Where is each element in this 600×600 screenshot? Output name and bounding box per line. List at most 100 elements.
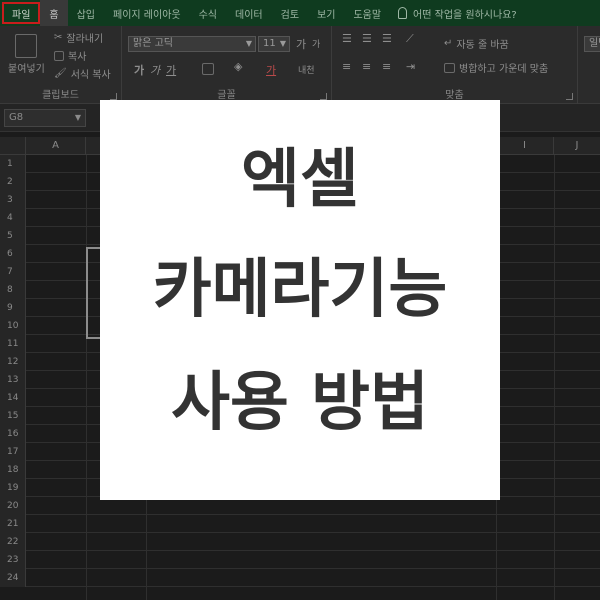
row-number[interactable]: 19 (0, 479, 26, 497)
cut-button[interactable]: ✂ 잘라내기 (54, 30, 103, 45)
table-row[interactable]: 24 (0, 569, 600, 587)
tab-review[interactable]: 검토 (272, 0, 308, 26)
tab-formulas[interactable]: 수식 (190, 0, 226, 26)
align-center-icon[interactable]: ≡ (362, 60, 371, 73)
underline-button[interactable]: 가 (166, 62, 176, 78)
indent-icon[interactable]: ⇥ (406, 60, 415, 73)
row-number[interactable]: 6 (0, 245, 26, 263)
title-line-3: 사용 방법 (171, 366, 429, 440)
font-group-label: 글꼴 (217, 90, 236, 101)
row-number[interactable]: 20 (0, 497, 26, 515)
row-number[interactable]: 1 (0, 155, 26, 173)
row-number[interactable]: 8 (0, 281, 26, 299)
row-number[interactable]: 4 (0, 209, 26, 227)
font-color-button[interactable]: 가 (266, 62, 276, 78)
number-group: 일반 (578, 26, 600, 104)
alignment-group-label: 맞춤 (445, 90, 464, 101)
copy-label: 복사 (68, 52, 87, 63)
table-row[interactable]: 23 (0, 551, 600, 569)
name-box-value: G8 (9, 112, 24, 123)
clipboard-group: 붙여넣기 ✂ 잘라내기 복사 🖌 서식 복사 클립보드 (0, 26, 122, 104)
row-number[interactable]: 10 (0, 317, 26, 335)
row-number[interactable]: 13 (0, 371, 26, 389)
format-painter-label: 서식 복사 (70, 70, 111, 81)
title-card: 엑셀 카메라기능 사용 방법 (100, 100, 500, 500)
title-line-1: 엑셀 (241, 143, 359, 217)
phonetic-button[interactable]: 내천 (298, 63, 315, 76)
table-row[interactable]: 22 (0, 533, 600, 551)
row-number[interactable]: 21 (0, 515, 26, 533)
row-number[interactable]: 9 (0, 299, 26, 317)
row-number[interactable]: 24 (0, 569, 26, 587)
font-name-value: 맑은 고딕 (133, 38, 173, 49)
tell-me-text: 어떤 작업을 원하시나요? (413, 9, 517, 21)
alignment-group: ☰ ☰ ☰ ⟋ ≡ ≡ ≡ ⇥ ↵ 자동 줄 바꿈 병합하고 가운데 맞춤 맞춤 (332, 26, 578, 104)
row-number[interactable]: 5 (0, 227, 26, 245)
wrap-text-button[interactable]: ↵ 자동 줄 바꿈 (444, 36, 509, 51)
clipboard-launcher-icon[interactable] (110, 93, 117, 100)
title-line-2: 카메라기능 (152, 253, 448, 327)
alignment-launcher-icon[interactable] (566, 93, 573, 100)
italic-button[interactable]: 가 (150, 62, 160, 78)
font-launcher-icon[interactable] (320, 93, 327, 100)
row-number[interactable]: 11 (0, 335, 26, 353)
align-left-icon[interactable]: ≡ (342, 60, 351, 73)
copy-button[interactable]: 복사 (54, 48, 86, 63)
orientation-icon[interactable]: ⟋ (406, 32, 414, 46)
row-number[interactable]: 3 (0, 191, 26, 209)
tab-file[interactable]: 파일 (2, 2, 41, 24)
font-group: 맑은 고딕 ▼ 11 ▼ 가 가 가 가 가 ◈ 가 내천 글꼴 (122, 26, 332, 104)
align-top-icon[interactable]: ☰ (342, 32, 352, 45)
row-number[interactable]: 14 (0, 389, 26, 407)
row-number[interactable]: 16 (0, 425, 26, 443)
border-icon[interactable] (202, 63, 214, 75)
column-header-i[interactable]: I (496, 137, 554, 155)
chevron-down-icon: ▼ (74, 113, 81, 122)
tab-view[interactable]: 보기 (308, 0, 344, 26)
font-name-select[interactable]: 맑은 고딕 ▼ (128, 36, 256, 52)
tab-insert[interactable]: 삽입 (68, 0, 104, 26)
tab-home[interactable]: 홈 (40, 0, 68, 26)
bold-button[interactable]: 가 (134, 62, 144, 78)
row-number[interactable]: 15 (0, 407, 26, 425)
align-middle-icon[interactable]: ☰ (362, 32, 372, 45)
row-number[interactable]: 2 (0, 173, 26, 191)
column-header-j[interactable]: J (554, 137, 600, 155)
shrink-font-button[interactable]: 가 (312, 37, 320, 50)
ribbon-tab-bar: 파일 홈 삽입 페이지 레이아웃 수식 데이터 검토 보기 도움말 어떤 작업을… (0, 0, 600, 26)
merge-center-label: 병합하고 가운데 맞춤 (459, 64, 549, 75)
select-all-corner[interactable] (0, 137, 26, 155)
row-number[interactable]: 22 (0, 533, 26, 551)
row-number[interactable]: 18 (0, 461, 26, 479)
merge-center-button[interactable]: 병합하고 가운데 맞춤 (444, 60, 548, 75)
fill-color-icon[interactable]: ◈ (234, 60, 242, 73)
clipboard-group-label: 클립보드 (42, 90, 79, 101)
scissors-icon: ✂ (54, 32, 63, 43)
tab-data[interactable]: 데이터 (226, 0, 272, 26)
name-box[interactable]: G8 ▼ (4, 109, 86, 127)
merge-icon (444, 62, 455, 73)
ribbon-home: 붙여넣기 ✂ 잘라내기 복사 🖌 서식 복사 클립보드 맑은 고딕 ▼ 11 ▼… (0, 26, 600, 104)
row-number[interactable]: 23 (0, 551, 26, 569)
lightbulb-icon (398, 7, 408, 19)
row-number[interactable]: 7 (0, 263, 26, 281)
table-row[interactable]: 21 (0, 515, 600, 533)
grow-font-button[interactable]: 가 (296, 36, 306, 52)
paste-button[interactable]: 붙여넣기 (8, 34, 45, 75)
align-bottom-icon[interactable]: ☰ (382, 32, 392, 45)
format-painter-button[interactable]: 🖌 서식 복사 (54, 66, 111, 81)
font-size-select[interactable]: 11 ▼ (258, 36, 290, 52)
paste-icon (15, 34, 38, 58)
column-header-a[interactable]: A (26, 137, 86, 155)
font-size-value: 11 (263, 38, 276, 49)
number-format-select[interactable]: 일반 (584, 36, 600, 52)
row-number[interactable]: 17 (0, 443, 26, 461)
copy-icon (54, 50, 64, 61)
tab-page-layout[interactable]: 페이지 레이아웃 (104, 0, 190, 26)
row-number[interactable]: 12 (0, 353, 26, 371)
tell-me-search[interactable]: 어떤 작업을 원하시나요? (390, 6, 517, 21)
chevron-down-icon: ▼ (279, 39, 286, 48)
align-right-icon[interactable]: ≡ (382, 60, 391, 73)
tab-help[interactable]: 도움말 (344, 0, 390, 26)
wrap-text-icon: ↵ (444, 38, 453, 49)
